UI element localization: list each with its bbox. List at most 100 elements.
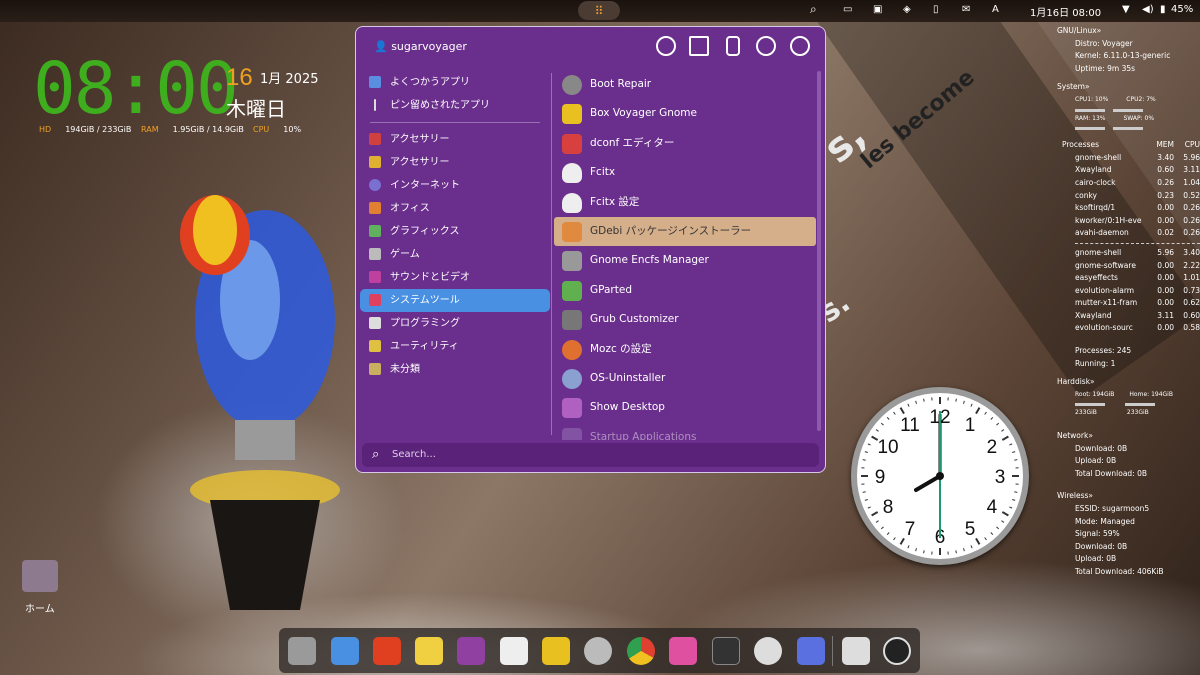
category-item-uncategorized[interactable]: 未分類 bbox=[360, 358, 550, 381]
search-input[interactable]: Search... bbox=[392, 449, 436, 460]
category-item-accessories-2[interactable]: アクセサリー bbox=[360, 151, 550, 174]
brave-icon[interactable] bbox=[373, 637, 401, 665]
app-item-gnome-encfs[interactable]: Gnome Encfs Manager bbox=[554, 246, 816, 275]
restart-icon[interactable] bbox=[756, 36, 776, 56]
chrome-icon[interactable] bbox=[627, 637, 655, 665]
app-item-gdebi[interactable]: GDebi パッケージインストーラー bbox=[554, 216, 816, 247]
app-item-show-desktop[interactable]: Show Desktop bbox=[554, 393, 816, 422]
category-item-sound-video[interactable]: サウンドとビデオ bbox=[360, 266, 550, 289]
logout-icon[interactable] bbox=[689, 36, 709, 56]
month-year: 1月 2025 bbox=[260, 72, 319, 87]
clock-tick bbox=[871, 511, 879, 517]
box-voyager-icon[interactable] bbox=[542, 637, 570, 665]
app-item-gparted[interactable]: GParted bbox=[554, 276, 816, 305]
clock-number: 10 bbox=[877, 437, 898, 458]
lock-icon[interactable] bbox=[726, 36, 740, 56]
root-total: 233GiB bbox=[1075, 409, 1097, 417]
process-row: kworker/0:1H-eve 0.00 0.26 bbox=[1075, 215, 1200, 225]
app-item-os-uninstaller[interactable]: OS-Uninstaller bbox=[554, 364, 816, 393]
category-item-internet[interactable]: インターネット bbox=[360, 174, 550, 197]
storage-icon[interactable]: ▣ bbox=[873, 4, 882, 15]
trash-icon[interactable] bbox=[842, 637, 870, 665]
processes-count: Processes: 245 bbox=[1075, 346, 1132, 356]
process-row: evolution-alarm 0.00 0.73 bbox=[1075, 285, 1200, 295]
root-bar bbox=[1075, 403, 1105, 407]
clock-tick bbox=[963, 548, 965, 552]
analog-clock[interactable]: 121234567891011 bbox=[851, 387, 1029, 565]
software-store-icon[interactable] bbox=[500, 637, 528, 665]
ubuntu-icon[interactable] bbox=[883, 637, 911, 665]
sticky-notes-icon[interactable] bbox=[415, 637, 443, 665]
app-item-fcitx-settings[interactable]: Fcitx 設定 bbox=[554, 188, 816, 217]
app-item-startup-applications[interactable]: Startup Applications bbox=[554, 423, 816, 440]
menu-divider bbox=[551, 73, 552, 435]
settings-icon[interactable] bbox=[584, 637, 612, 665]
hour-hand bbox=[914, 474, 942, 492]
frequent-apps-icon bbox=[369, 76, 381, 88]
dock-separator bbox=[832, 636, 833, 666]
files-icon[interactable] bbox=[288, 637, 316, 665]
volume-icon[interactable]: ◀) bbox=[1142, 4, 1154, 15]
clock-tick bbox=[1014, 491, 1018, 493]
os-uninstaller-icon bbox=[562, 368, 582, 389]
text-editor-icon[interactable] bbox=[331, 637, 359, 665]
mozc-icon bbox=[562, 339, 582, 360]
running-count: Running: 1 bbox=[1075, 358, 1116, 368]
clipboard-icon[interactable]: ▯ bbox=[933, 4, 939, 15]
user-name[interactable]: 👤 sugarvoyager bbox=[374, 40, 467, 53]
process-row: Xwayland 0.60 3.11 bbox=[1075, 165, 1200, 175]
video-player-icon[interactable] bbox=[457, 637, 485, 665]
process-row: cairo-clock 0.26 1.04 bbox=[1075, 177, 1200, 187]
network-tray-icon[interactable]: ◈ bbox=[903, 4, 911, 15]
archive-manager-icon[interactable] bbox=[669, 637, 697, 665]
wifi-icon[interactable]: ▼ bbox=[1122, 4, 1130, 15]
category-item-accessories-1[interactable]: アクセサリー bbox=[360, 128, 550, 151]
clock-icon[interactable] bbox=[754, 637, 782, 665]
battery-icon[interactable]: ▮ bbox=[1160, 4, 1166, 15]
search-field[interactable]: ⌕ Search... bbox=[362, 443, 819, 467]
category-item-programming[interactable]: プログラミング bbox=[360, 312, 550, 335]
app-item-boot-repair[interactable]: Boot Repair bbox=[554, 70, 816, 99]
search-icon[interactable]: ⌕ bbox=[810, 2, 817, 17]
drive-icon[interactable]: ▭ bbox=[843, 4, 852, 15]
screenshot-icon[interactable] bbox=[797, 637, 825, 665]
category-item-pinned[interactable]: ピン留めされたアプリ bbox=[360, 94, 550, 117]
date-time[interactable]: 1月16日 08:00 bbox=[1030, 4, 1101, 19]
system-heading: System» bbox=[1057, 82, 1090, 92]
home-folder-icon[interactable] bbox=[22, 560, 58, 592]
category-item-system-tools[interactable]: システムツール bbox=[360, 289, 550, 312]
search-icon: ⌕ bbox=[372, 447, 380, 462]
tux-icon bbox=[562, 192, 582, 213]
home-folder-label[interactable]: ホーム bbox=[25, 600, 55, 615]
app-list-scrollbar[interactable] bbox=[817, 71, 821, 431]
app-item-mozc[interactable]: Mozc の設定 bbox=[554, 335, 816, 364]
utilities-icon bbox=[369, 340, 381, 352]
process-row: gnome-shell 5.96 3.40 bbox=[1075, 247, 1200, 257]
network-heading: Network» bbox=[1057, 431, 1093, 441]
system-tools-icon bbox=[369, 294, 381, 306]
app-item-fcitx[interactable]: Fcitx bbox=[554, 158, 816, 187]
app-item-box-voyager[interactable]: Box Voyager Gnome bbox=[554, 99, 816, 128]
input-method-indicator[interactable]: A bbox=[992, 4, 999, 15]
clock-tick bbox=[984, 411, 987, 415]
mail-icon[interactable]: ✉ bbox=[962, 4, 970, 15]
category-item-games[interactable]: ゲーム bbox=[360, 243, 550, 266]
terminal-icon[interactable] bbox=[712, 637, 740, 665]
power-icon[interactable] bbox=[790, 36, 810, 56]
clock-tick bbox=[990, 416, 994, 420]
category-item-graphics[interactable]: グラフィックス bbox=[360, 220, 550, 243]
app-item-dconf[interactable]: dconf エディター bbox=[554, 129, 816, 158]
category-list: よくつかうアプリ ピン留めされたアプリ アクセサリー アクセサリー インターネッ… bbox=[360, 71, 550, 381]
app-item-grub-customizer[interactable]: Grub Customizer bbox=[554, 305, 816, 334]
settings-icon[interactable] bbox=[656, 36, 676, 56]
swap-bar bbox=[1113, 127, 1143, 131]
clock-tick bbox=[975, 407, 981, 415]
clock-tick bbox=[970, 545, 973, 549]
category-item-utilities[interactable]: ユーティリティ bbox=[360, 335, 550, 358]
category-item-office[interactable]: オフィス bbox=[360, 197, 550, 220]
kernel: Kernel: 6.11.0-13-generic bbox=[1075, 51, 1171, 61]
category-item-frequent[interactable]: よくつかうアプリ bbox=[360, 71, 550, 94]
clock-number: 4 bbox=[987, 497, 998, 518]
app-grid-button[interactable]: ⠿ bbox=[578, 1, 620, 20]
app-list: Boot Repair Box Voyager Gnome dconf エディタ… bbox=[554, 70, 816, 440]
